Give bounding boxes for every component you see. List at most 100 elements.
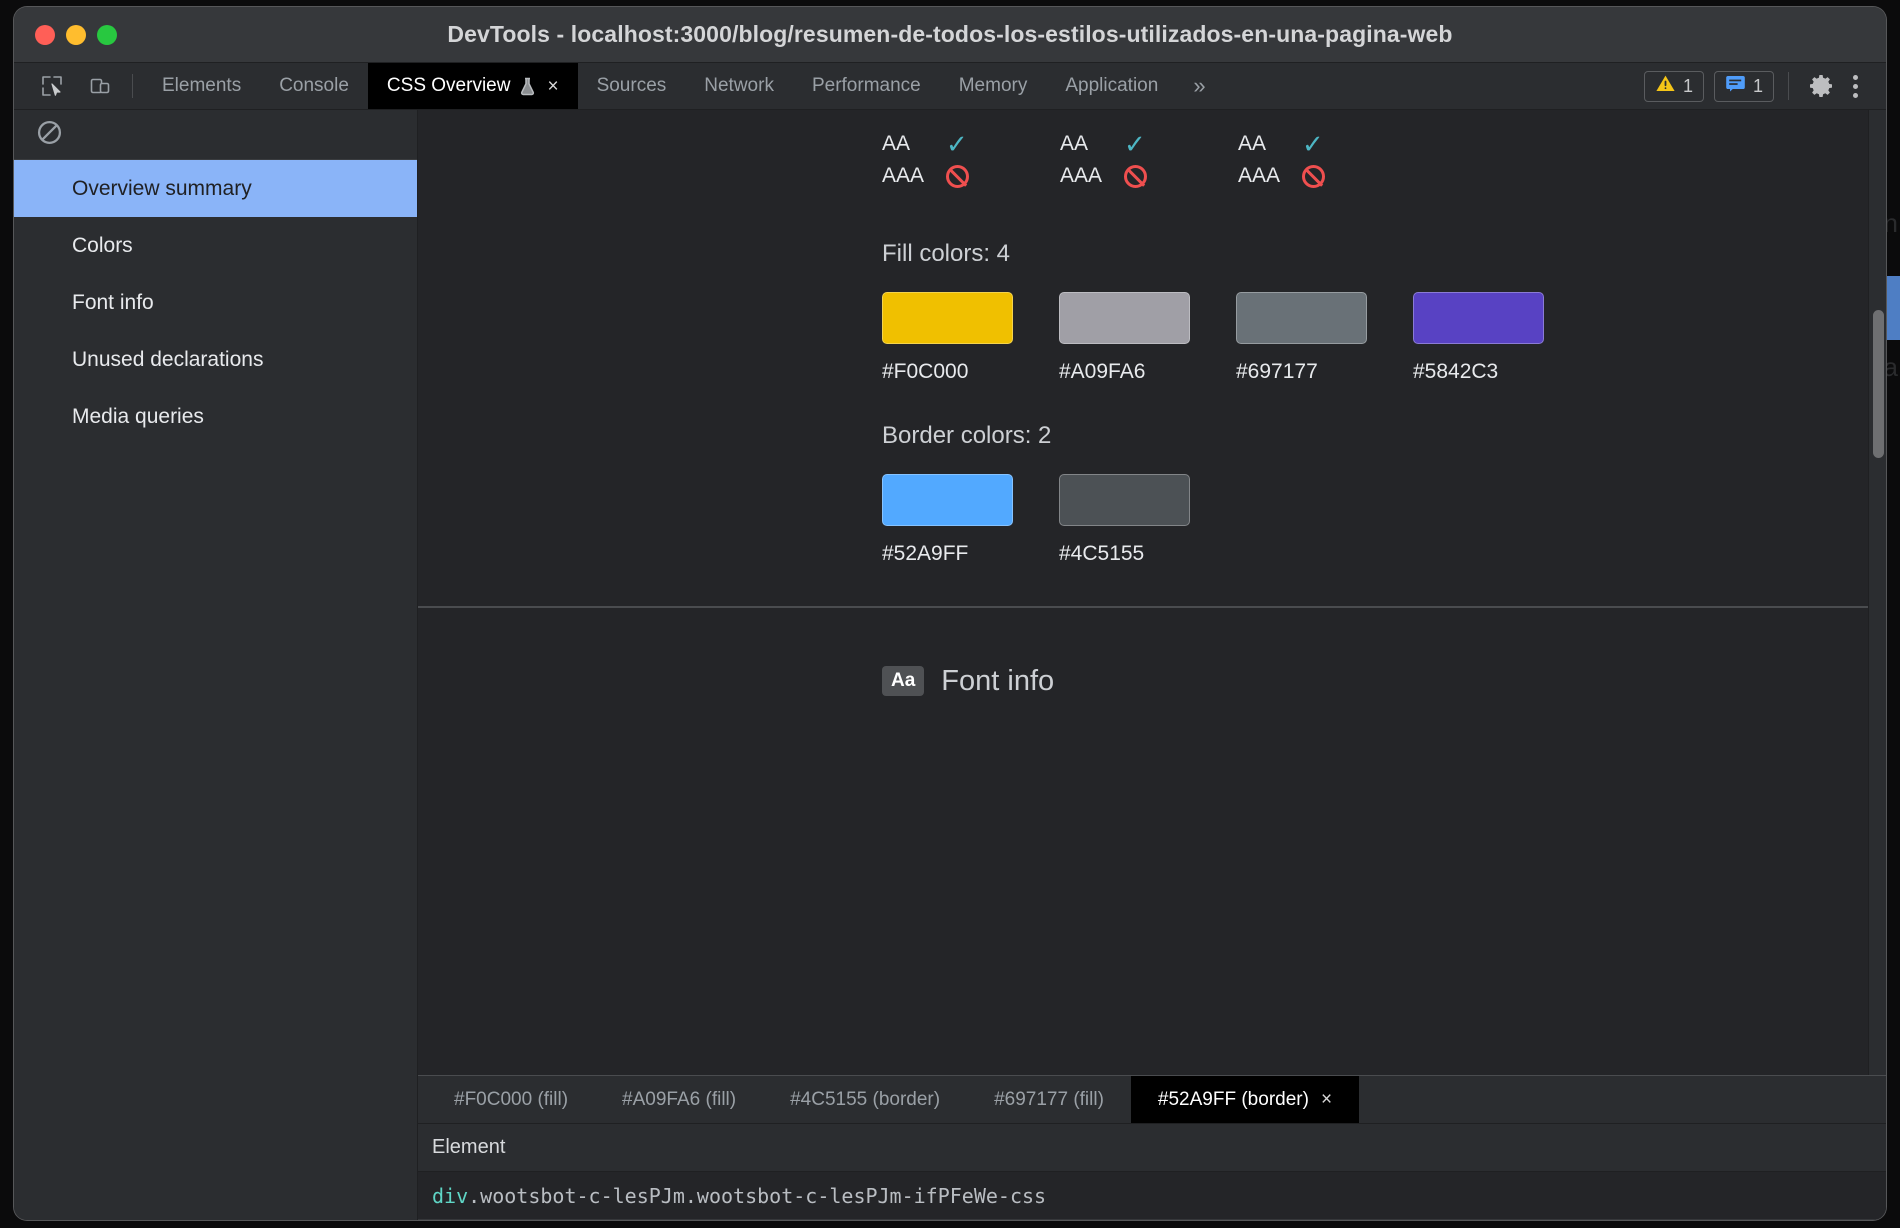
fill-colors-title: Fill colors: 4	[882, 240, 1011, 267]
tab-memory[interactable]: Memory	[940, 63, 1047, 109]
contrast-aa-label: AA	[1238, 132, 1267, 155]
backdrop-blue-bar	[1886, 276, 1900, 340]
contrast-fail-icon	[946, 164, 969, 188]
tabs-overflow-button[interactable]: »	[1177, 63, 1221, 109]
sidebar-item-colors[interactable]: Colors	[14, 217, 417, 274]
contrast-pass-icon: ✓	[946, 129, 968, 159]
contrast-aa-label: AA	[1060, 132, 1089, 155]
color-swatch-cell[interactable]: #4C5155	[1059, 474, 1236, 566]
devtools-tabbar: Elements Console CSS Overview × Sources …	[14, 63, 1886, 110]
tab-sources-label: Sources	[596, 75, 667, 96]
tab-console-label: Console	[279, 75, 349, 96]
color-tab-52a9ff-border[interactable]: #52A9FF (border) ×	[1130, 1076, 1360, 1123]
color-tab-f0c000-fill[interactable]: #F0C000 (fill)	[427, 1076, 595, 1123]
color-swatch-cell[interactable]: #A09FA6	[1059, 292, 1236, 384]
overview-summary-pane: AA ✓ AAA AA ✓ AAA AA ✓ AAA Fill colors: …	[418, 110, 1886, 608]
contrast-aaa-label: AAA	[1238, 164, 1281, 187]
color-tab-label: #52A9FF (border)	[1157, 1088, 1309, 1110]
messages-badge[interactable]: 1	[1713, 70, 1774, 102]
kebab-dot	[1853, 92, 1858, 98]
sidebar-toolbar	[14, 110, 417, 160]
color-tab-4c5155-border[interactable]: #4C5155 (border)	[763, 1076, 967, 1123]
color-swatch[interactable]	[882, 474, 1013, 526]
tab-css-overview-close-icon[interactable]: ×	[547, 77, 558, 96]
contrast-aa-line: AA ✓	[882, 128, 1060, 160]
kebab-dot	[1853, 83, 1858, 89]
window-titlebar: DevTools - localhost:3000/blog/resumen-d…	[14, 7, 1886, 63]
tab-network[interactable]: Network	[685, 63, 793, 109]
contrast-indicators: AA ✓ AAA AA ✓ AAA AA ✓ AAA	[418, 110, 1886, 202]
color-detail-drawer: #F0C000 (fill) #A09FA6 (fill) #4C5155 (b…	[418, 1075, 1886, 1220]
color-swatch[interactable]	[1236, 292, 1367, 344]
kebab-menu-icon[interactable]	[1843, 74, 1872, 98]
traffic-lights	[35, 24, 117, 45]
color-tab-697177-fill[interactable]: #697177 (fill)	[967, 1076, 1131, 1123]
color-swatch-label: #52A9FF	[882, 542, 969, 565]
tab-performance[interactable]: Performance	[793, 63, 940, 109]
devtools-window: DevTools - localhost:3000/blog/resumen-d…	[14, 7, 1886, 1220]
maximize-window-button[interactable]	[97, 24, 117, 45]
element-class-names: .wootsbot-c-lesPJm.wootsbot-c-lesPJm-ifP…	[468, 1183, 1047, 1208]
color-swatch-cell[interactable]: #5842C3	[1413, 292, 1590, 384]
color-tab-label: #697177 (fill)	[994, 1088, 1104, 1110]
font-info-heading: Aa Font info	[882, 665, 1054, 698]
contrast-group[interactable]: AA ✓ AAA	[1238, 128, 1416, 192]
color-swatch-cell[interactable]: #52A9FF	[882, 474, 1059, 566]
tab-elements[interactable]: Elements	[143, 63, 260, 109]
tabbar-right-controls: 1 1	[1643, 63, 1886, 109]
warnings-badge[interactable]: 1	[1643, 70, 1704, 102]
warnings-count: 1	[1682, 75, 1693, 96]
color-swatch-cell[interactable]: #F0C000	[882, 292, 1059, 384]
color-swatch-label: #F0C000	[882, 360, 969, 383]
contrast-group[interactable]: AA ✓ AAA	[1060, 128, 1238, 192]
contrast-fail-icon	[1302, 164, 1325, 188]
contrast-aaa-line: AAA	[1238, 160, 1416, 192]
scrollbar-thumb[interactable]	[1873, 310, 1884, 458]
tab-sources[interactable]: Sources	[578, 63, 686, 109]
contrast-aaa-line: AAA	[1060, 160, 1238, 192]
gear-icon[interactable]	[1801, 73, 1843, 99]
main-vertical-scrollbar[interactable]	[1868, 110, 1886, 1075]
contrast-aa-line: AA ✓	[1060, 128, 1238, 160]
sidebar-item-media-queries[interactable]: Media queries	[14, 388, 417, 445]
tab-css-overview-label: CSS Overview	[386, 75, 511, 96]
overview-scroll-area: AA ✓ AAA AA ✓ AAA AA ✓ AAA Fill colors: …	[418, 110, 1886, 1075]
contrast-aa-line: AA ✓	[1238, 128, 1416, 160]
device-toolbar-icon[interactable]	[76, 63, 124, 109]
sidebar-item-unused-declarations[interactable]: Unused declarations	[14, 331, 417, 388]
color-swatch[interactable]	[1059, 474, 1190, 526]
color-tab-label: #4C5155 (border)	[790, 1088, 941, 1110]
color-tab-a09fa6-fill[interactable]: #A09FA6 (fill)	[595, 1076, 763, 1123]
element-column-header[interactable]: Element	[418, 1124, 1886, 1172]
color-swatch-cell[interactable]: #697177	[1236, 292, 1413, 384]
sidebar-item-overview-summary[interactable]: Overview summary	[14, 160, 417, 217]
color-filter-tabs: #F0C000 (fill) #A09FA6 (fill) #4C5155 (b…	[418, 1075, 1886, 1124]
color-swatch[interactable]	[1059, 292, 1190, 344]
tab-memory-label: Memory	[958, 75, 1028, 96]
clear-no-entry-icon[interactable]	[36, 119, 63, 151]
contrast-pass-icon: ✓	[1124, 129, 1146, 159]
color-tab-label: #F0C000 (fill)	[454, 1088, 569, 1110]
color-swatch[interactable]	[882, 292, 1013, 344]
close-window-button[interactable]	[35, 24, 55, 45]
table-row[interactable]: div .wootsbot-c-lesPJm.wootsbot-c-lesPJm-…	[418, 1172, 1886, 1220]
contrast-aa-label: AA	[882, 132, 911, 155]
tab-application-label: Application	[1065, 75, 1159, 96]
window-title: DevTools - localhost:3000/blog/resumen-d…	[447, 21, 1453, 47]
font-info-title: Font info	[941, 664, 1055, 697]
tab-console[interactable]: Console	[260, 63, 368, 109]
sidebar-item-label: Colors	[72, 233, 133, 257]
border-colors-section: Border colors: 2 #52A9FF #4C5155	[418, 422, 1886, 566]
contrast-group[interactable]: AA ✓ AAA	[882, 128, 1060, 192]
tab-css-overview[interactable]: CSS Overview ×	[367, 63, 578, 109]
inspect-cursor-icon[interactable]	[28, 63, 76, 109]
color-swatch[interactable]	[1413, 292, 1544, 344]
sidebar-item-font-info[interactable]: Font info	[14, 274, 417, 331]
contrast-pass-icon: ✓	[1302, 129, 1324, 159]
minimize-window-button[interactable]	[66, 24, 86, 45]
color-tab-close-icon[interactable]: ×	[1321, 1089, 1332, 1111]
message-bubble-icon	[1725, 74, 1746, 98]
contrast-fail-icon	[1124, 164, 1147, 188]
tab-application[interactable]: Application	[1046, 63, 1177, 109]
sidebar-item-label: Unused declarations	[72, 347, 264, 371]
